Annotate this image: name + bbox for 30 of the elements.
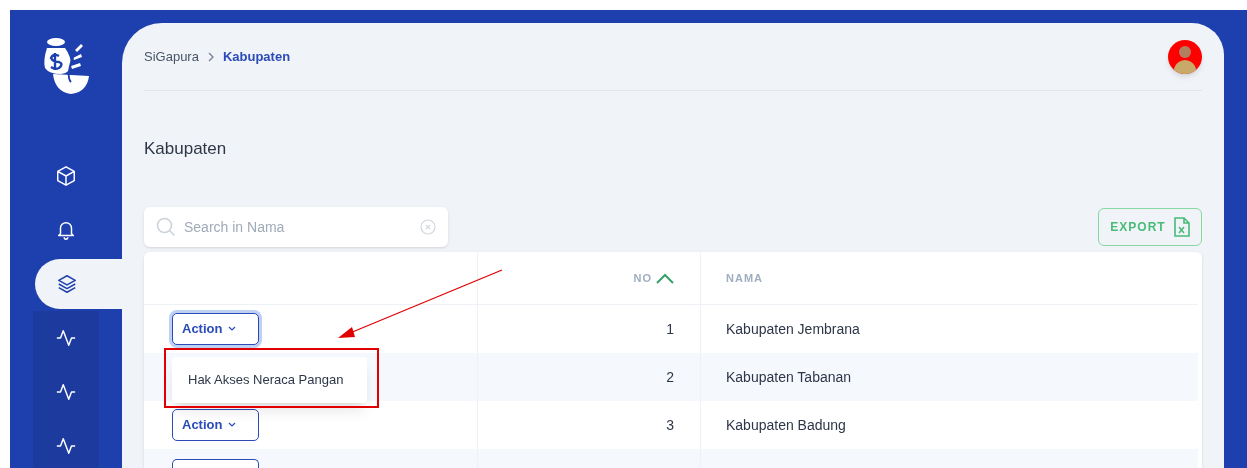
table-cell-text: Kabupaten Tabanan: [726, 367, 852, 387]
pulse-line-icon: [55, 435, 77, 457]
breadcrumb-current: Kabupaten: [222, 47, 291, 66]
table-cell-text: 1: [666, 319, 674, 339]
pulse-line-icon: [55, 327, 77, 349]
chevron-down-icon: [228, 422, 237, 428]
search-input[interactable]: Search in Nama: [184, 207, 412, 247]
chevron-down-icon: [228, 326, 237, 332]
table-cell-text: 2: [666, 367, 674, 387]
search-icon: [156, 217, 176, 237]
page-title: Kabupaten: [144, 138, 228, 161]
action-button[interactable]: Action: [172, 409, 259, 441]
menu-item[interactable]: Hak Akses Neraca Pangan: [172, 369, 367, 391]
cube-icon: [55, 165, 77, 187]
breadcrumb-link[interactable]: SiGapura: [144, 46, 199, 67]
layers-icon: [56, 273, 78, 295]
table-cell-text: 3: [666, 415, 674, 435]
bell-icon: [55, 219, 77, 241]
pulse-line-icon: [55, 381, 77, 403]
spreadsheet-file-icon: [1173, 217, 1190, 237]
avatar[interactable]: [1168, 39, 1202, 74]
table-cell-text: Kabupaten Badung: [726, 415, 846, 435]
sidebar-item[interactable]: [35, 259, 122, 309]
search-field[interactable]: Search in Nama: [144, 207, 448, 247]
sort-up-icon[interactable]: [656, 272, 674, 284]
action-button[interactable]: [172, 459, 259, 468]
money-bag-bowl-logo: [41, 38, 91, 96]
action-button[interactable]: Action: [172, 313, 259, 345]
chevron-right-icon: [206, 51, 215, 62]
table-cell-text: Kabupaten Jembrana: [726, 319, 860, 339]
